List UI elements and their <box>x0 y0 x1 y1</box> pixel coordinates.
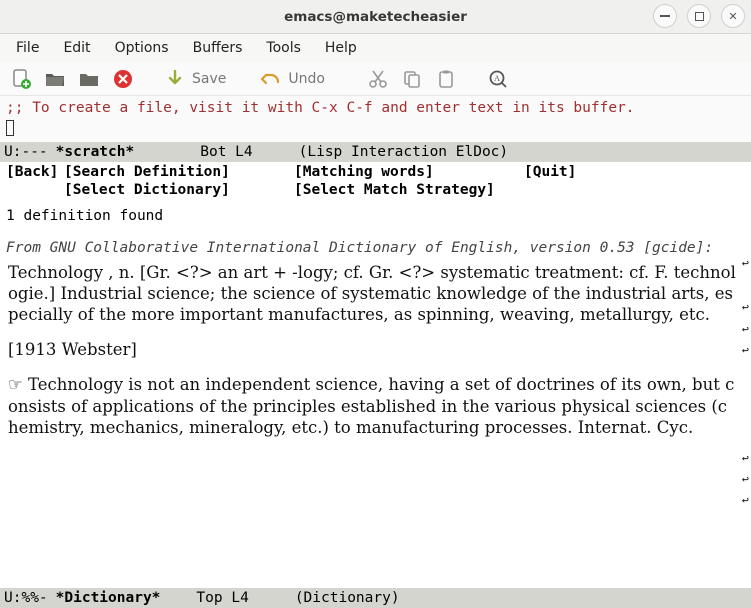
close-circle-icon[interactable] <box>110 66 136 92</box>
scratch-comment: ;; To create a file, visit it with C-x C… <box>6 100 745 116</box>
modeline-mode: (Lisp Interaction ElDoc) <box>299 144 509 160</box>
modeline2-left: U:%%- <box>4 590 48 606</box>
menu-file[interactable]: File <box>6 37 49 59</box>
wrap-indicator-icon: ↩ <box>742 493 749 507</box>
window-controls <box>653 4 745 28</box>
menu-help[interactable]: Help <box>315 37 367 59</box>
window-title: emacs@maketecheasier <box>0 9 751 25</box>
menu-buffers[interactable]: Buffers <box>183 37 253 59</box>
paste-icon[interactable] <box>433 66 459 92</box>
menu-options[interactable]: Options <box>105 37 179 59</box>
copy-icon[interactable] <box>399 66 425 92</box>
open-folder-icon[interactable] <box>42 66 68 92</box>
wrap-indicator-icon: ↩ <box>742 300 749 314</box>
title-bar: emacs@maketecheasier <box>0 0 751 34</box>
save-arrow-icon[interactable] <box>162 66 188 92</box>
definition-count: 1 definition found <box>6 208 745 224</box>
definition-text-1: Technology , n. [Gr. <?> an art + -logy;… <box>8 262 737 325</box>
cursor <box>6 120 14 136</box>
wrap-indicator-icon: ↩ <box>742 322 749 336</box>
modeline-left: U:--- <box>4 144 48 160</box>
modeline-scratch[interactable]: U:--- *scratch* Bot L4 (Lisp Interaction… <box>0 142 751 162</box>
undo-label: Undo <box>288 71 325 87</box>
modeline2-mode: (Dictionary) <box>295 590 400 606</box>
menu-bar: File Edit Options Buffers Tools Help <box>0 34 751 62</box>
tool-bar: Save Undo A <box>0 62 751 96</box>
wrap-indicator-icon: ↩ <box>742 343 749 357</box>
svg-text:A: A <box>494 74 500 83</box>
dictionary-header: [Back] [Search Definition] [Matching wor… <box>0 162 751 200</box>
maximize-button[interactable] <box>687 4 711 28</box>
modeline-buffer: *scratch* <box>56 144 135 160</box>
dictionary-buffer[interactable]: 1 definition found From GNU Collaborativ… <box>0 200 751 588</box>
dict-match[interactable]: [Matching words] <box>294 164 524 180</box>
dict-search[interactable]: [Search Definition] <box>64 164 294 180</box>
modeline-pos: Bot L4 <box>200 144 252 160</box>
wrap-indicator-icon: ↩ <box>742 256 749 270</box>
save-label: Save <box>192 71 226 87</box>
modeline-dictionary[interactable]: U:%%- *Dictionary* Top L4 (Dictionary) <box>0 588 751 608</box>
dict-back[interactable]: [Back] <box>6 164 64 180</box>
new-file-icon[interactable] <box>8 66 34 92</box>
folder-icon[interactable] <box>76 66 102 92</box>
close-button[interactable] <box>721 4 745 28</box>
undo-icon[interactable] <box>258 66 284 92</box>
modeline2-buffer: *Dictionary* <box>56 590 161 606</box>
definition-ref: [1913 Webster] <box>8 339 737 360</box>
dict-select-strat[interactable]: [Select Match Strategy] <box>294 182 524 198</box>
search-icon[interactable]: A <box>485 66 511 92</box>
wrap-indicator-icon: ↩ <box>742 472 749 486</box>
definition-source: From GNU Collaborative International Dic… <box>6 240 745 256</box>
menu-tools[interactable]: Tools <box>256 37 311 59</box>
scissors-icon[interactable] <box>365 66 391 92</box>
minimize-button[interactable] <box>653 4 677 28</box>
modeline2-pos: Top L4 <box>196 590 248 606</box>
dict-select-dict[interactable]: [Select Dictionary] <box>64 182 294 198</box>
dict-quit[interactable]: [Quit] <box>524 164 745 180</box>
menu-edit[interactable]: Edit <box>53 37 100 59</box>
wrap-indicator-icon: ↩ <box>742 451 749 465</box>
scratch-buffer[interactable]: ;; To create a file, visit it with C-x C… <box>0 96 751 142</box>
definition-text-2: ☞ Technology is not an independent scien… <box>8 374 737 437</box>
